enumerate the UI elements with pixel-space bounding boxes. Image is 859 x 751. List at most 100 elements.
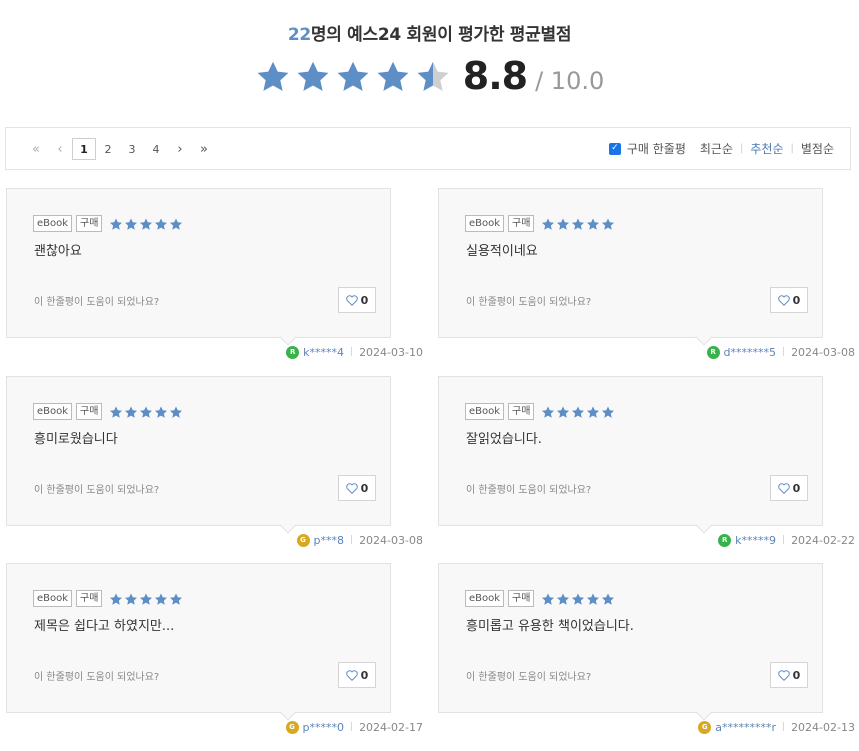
purchase-badge: 구매 bbox=[76, 403, 103, 420]
meta-separator: | bbox=[350, 347, 354, 357]
star-icon bbox=[602, 405, 615, 418]
review-stars bbox=[541, 405, 615, 419]
reviewer-id[interactable]: a*********r bbox=[715, 721, 776, 734]
format-badge: eBook bbox=[465, 403, 505, 420]
reviewer-id[interactable]: k*****9 bbox=[735, 534, 776, 547]
review-text: 제목은 쉽다고 하였지만... bbox=[34, 619, 175, 634]
review-card-body: eBook 구매 괜찮아요 이 한줄평이 도움이 되었나요? 0 bbox=[6, 188, 391, 338]
like-button[interactable]: 0 bbox=[770, 475, 808, 501]
review-card: eBook 구매 흥미로웠습니다 이 한줄평이 도움이 되었나요? 0 G p*… bbox=[6, 376, 423, 552]
average-score: 8.8 / 10.0 bbox=[0, 52, 859, 100]
member-grade-icon: G bbox=[285, 720, 299, 734]
review-meta: R k*****9 | 2024-02-22 bbox=[718, 532, 855, 548]
purchase-filter-checkbox[interactable]: ✓ bbox=[608, 142, 621, 155]
star-icon bbox=[257, 61, 289, 91]
review-stars bbox=[109, 592, 183, 606]
star-icon bbox=[125, 405, 138, 418]
star-icon bbox=[110, 592, 123, 605]
star-icon bbox=[170, 405, 183, 418]
purchase-badge: 구매 bbox=[508, 590, 535, 607]
page-3[interactable]: 3 bbox=[120, 138, 144, 160]
star-icon bbox=[572, 217, 585, 230]
review-card: eBook 구매 괜찮아요 이 한줄평이 도움이 되었나요? 0 R k****… bbox=[6, 188, 423, 364]
review-meta: G p*****0 | 2024-02-17 bbox=[285, 719, 423, 735]
meta-separator: | bbox=[782, 722, 786, 732]
like-button[interactable]: 0 bbox=[338, 662, 376, 688]
review-stars bbox=[109, 217, 183, 231]
review-text: 흥미로웠습니다 bbox=[34, 432, 118, 447]
star-icon bbox=[125, 217, 138, 230]
review-card: eBook 구매 흥미롭고 유용한 책이었습니다. 이 한줄평이 도움이 되었나… bbox=[438, 563, 855, 739]
star-icon bbox=[155, 217, 168, 230]
purchase-filter-label[interactable]: 구매 한줄평 bbox=[627, 140, 686, 157]
star-icon bbox=[155, 592, 168, 605]
page-2[interactable]: 2 bbox=[96, 138, 120, 160]
reviewer-id[interactable]: p***8 bbox=[314, 534, 344, 547]
review-text: 잘읽었습니다. bbox=[466, 432, 542, 447]
like-count: 0 bbox=[360, 293, 369, 307]
page-1[interactable]: 1 bbox=[72, 138, 96, 160]
first-page-icon[interactable]: « bbox=[24, 138, 48, 160]
sort-recent[interactable]: 최근순 bbox=[700, 140, 733, 157]
review-count: 22 bbox=[287, 25, 311, 45]
like-count: 0 bbox=[360, 481, 369, 495]
helpful-question: 이 한줄평이 도움이 되었나요? bbox=[34, 485, 160, 496]
review-card-body: eBook 구매 흥미롭고 유용한 책이었습니다. 이 한줄평이 도움이 되었나… bbox=[438, 563, 823, 713]
meta-separator: | bbox=[782, 535, 786, 545]
like-count: 0 bbox=[360, 668, 369, 682]
like-button[interactable]: 0 bbox=[338, 287, 376, 313]
member-grade-icon: R bbox=[718, 533, 732, 547]
helpful-question: 이 한줄평이 도움이 되었나요? bbox=[466, 485, 592, 496]
star-icon bbox=[572, 592, 585, 605]
star-icon bbox=[587, 405, 600, 418]
star-icon bbox=[602, 592, 615, 605]
review-badges: eBook 구매 bbox=[465, 403, 615, 420]
heart-icon bbox=[777, 669, 790, 681]
review-text: 실용적이네요 bbox=[466, 244, 538, 259]
star-icon bbox=[140, 592, 153, 605]
helpful-question: 이 한줄평이 도움이 되었나요? bbox=[466, 297, 592, 308]
meta-separator: | bbox=[350, 535, 354, 545]
review-card-body: eBook 구매 실용적이네요 이 한줄평이 도움이 되었나요? 0 bbox=[438, 188, 823, 338]
heart-icon bbox=[777, 294, 790, 306]
star-icon bbox=[572, 405, 585, 418]
star-icon bbox=[297, 61, 329, 91]
review-card-body: eBook 구매 흥미로웠습니다 이 한줄평이 도움이 되었나요? 0 bbox=[6, 376, 391, 526]
review-stars bbox=[541, 592, 615, 606]
review-date: 2024-03-08 bbox=[791, 345, 855, 359]
star-icon bbox=[542, 405, 555, 418]
reviewer-id[interactable]: k*****4 bbox=[303, 346, 344, 359]
star-icon bbox=[602, 217, 615, 230]
score-value: 8.8 bbox=[462, 54, 528, 98]
star-icon bbox=[417, 61, 449, 91]
review-date: 2024-02-22 bbox=[791, 533, 855, 547]
review-badges: eBook 구매 bbox=[33, 403, 183, 420]
last-page-icon[interactable]: » bbox=[192, 138, 216, 160]
like-button[interactable]: 0 bbox=[338, 475, 376, 501]
prev-page-icon[interactable]: ‹ bbox=[48, 138, 72, 160]
reviewer-id[interactable]: d*******5 bbox=[724, 346, 776, 359]
star-icon bbox=[557, 592, 570, 605]
star-icon bbox=[140, 405, 153, 418]
sort-rating[interactable]: 별점순 bbox=[801, 140, 834, 157]
review-meta: R k*****4 | 2024-03-10 bbox=[286, 344, 423, 360]
page-4[interactable]: 4 bbox=[144, 138, 168, 160]
purchase-badge: 구매 bbox=[76, 590, 103, 607]
star-icon bbox=[140, 217, 153, 230]
like-button[interactable]: 0 bbox=[770, 662, 808, 688]
star-icon bbox=[377, 61, 409, 91]
format-badge: eBook bbox=[33, 215, 73, 232]
helpful-question: 이 한줄평이 도움이 되었나요? bbox=[34, 297, 160, 308]
reviewer-id[interactable]: p*****0 bbox=[303, 721, 344, 734]
star-icon bbox=[542, 592, 555, 605]
like-count: 0 bbox=[792, 481, 801, 495]
next-page-icon[interactable]: › bbox=[168, 138, 192, 160]
purchase-badge: 구매 bbox=[508, 403, 535, 420]
sort-recommended[interactable]: 추천순 bbox=[750, 140, 783, 157]
review-card-body: eBook 구매 잘읽었습니다. 이 한줄평이 도움이 되었나요? 0 bbox=[438, 376, 823, 526]
star-icon bbox=[170, 217, 183, 230]
format-badge: eBook bbox=[33, 403, 73, 420]
star-icon bbox=[557, 217, 570, 230]
like-button[interactable]: 0 bbox=[770, 287, 808, 313]
review-badges: eBook 구매 bbox=[33, 590, 183, 607]
